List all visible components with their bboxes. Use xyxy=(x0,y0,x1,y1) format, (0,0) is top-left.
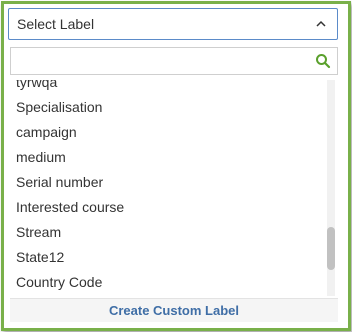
search-input[interactable] xyxy=(11,48,309,74)
label-option[interactable]: State12 xyxy=(10,245,320,270)
label-option[interactable]: medium xyxy=(10,145,320,170)
select-label-text: Select Label xyxy=(17,16,95,32)
label-option[interactable]: Serial number xyxy=(10,170,320,195)
label-option[interactable]: tyrwqa xyxy=(10,80,320,95)
label-option[interactable]: Country Code xyxy=(10,270,320,295)
footer-bar: Create Custom Label xyxy=(10,298,338,322)
search-icon[interactable] xyxy=(315,53,331,69)
label-dropdown-panel: Select Label tyrwqa Specialisation campa… xyxy=(1,1,351,331)
scrollbar[interactable] xyxy=(327,80,335,296)
label-option[interactable]: Specialisation xyxy=(10,95,320,120)
create-custom-label-button[interactable]: Create Custom Label xyxy=(109,299,239,322)
search-field xyxy=(10,47,338,75)
select-label-dropdown[interactable]: Select Label xyxy=(8,8,338,40)
label-option[interactable]: Interested course xyxy=(10,195,320,220)
chevron-up-icon[interactable] xyxy=(315,18,327,30)
label-option[interactable]: campaign xyxy=(10,120,320,145)
label-options-list: tyrwqa Specialisation campaign medium Se… xyxy=(10,80,338,296)
scrollbar-thumb[interactable] xyxy=(327,227,335,270)
label-option[interactable]: Stream xyxy=(10,220,320,245)
